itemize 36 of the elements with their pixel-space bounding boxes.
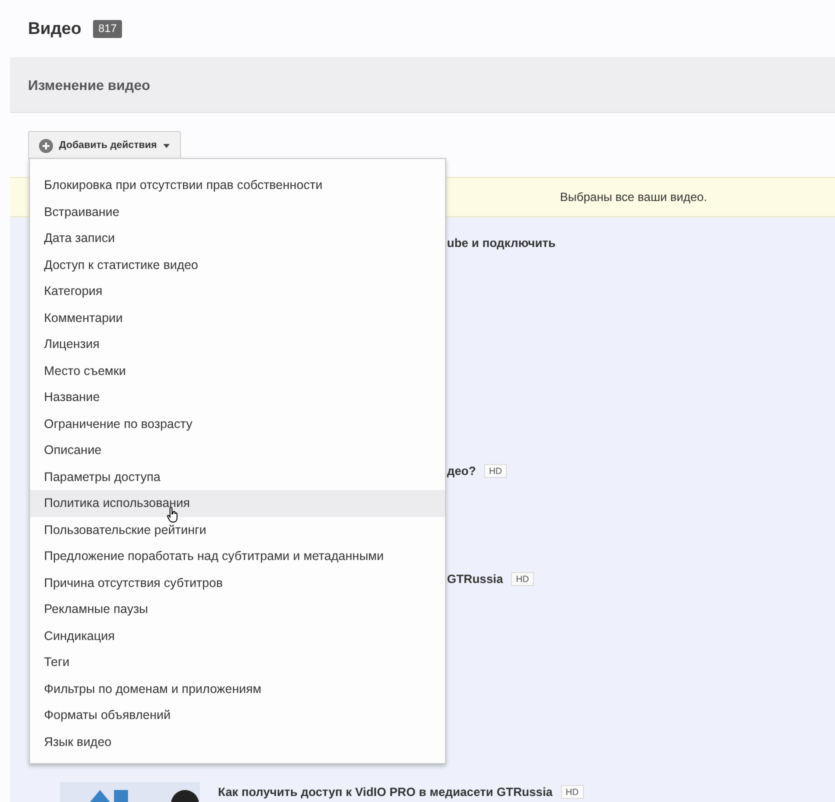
dropdown-item[interactable]: Место съемки [30,358,445,384]
dropdown-item[interactable]: Теги [30,649,445,676]
video-count-badge: 817 [93,20,122,38]
dropdown-item[interactable]: Доступ к статистике видео [30,252,445,278]
video-title[interactable]: GTRussia [447,572,504,586]
dropdown-item[interactable]: Комментарии [30,304,445,331]
dropdown-item[interactable]: Встраивание [30,198,445,225]
hd-badge: HD [560,785,584,799]
hd-badge: HD [484,464,507,478]
dropdown-item[interactable]: Синдикация [30,622,445,649]
add-actions-button[interactable]: Добавить действия [28,131,181,160]
dropdown-item[interactable]: Пользовательские рейтинги [30,516,445,543]
plus-circle-icon [39,138,53,152]
dropdown-item[interactable]: Язык видео [30,728,445,755]
video-title[interactable]: Как получить доступ к VidIO PRO в медиасети GTRussia [218,785,553,799]
dropdown-item[interactable]: Дата записи [30,225,445,252]
dropdown-item[interactable]: Параметры доступа [30,464,445,490]
dropdown-item[interactable]: Форматы объявлений [30,702,445,728]
hd-badge: HD [511,572,534,586]
notice-text: Выбраны все ваши видео. [560,190,708,204]
dropdown-item[interactable]: Предложение поработать над субтитрами и метаданными [30,543,445,570]
dropdown-item[interactable]: Название [30,384,445,410]
dropdown-item[interactable]: Причина отсутствия субтитров [30,570,445,596]
panel-title: Изменение видео [28,76,150,92]
dropdown-item[interactable]: Блокировка при отсутствии прав собственности [30,172,445,198]
dropdown-item[interactable]: Категория [30,278,445,304]
dropdown-item[interactable]: Фильтры по доменам и приложениям [30,676,445,702]
caret-icon [162,144,170,148]
dropdown-item[interactable]: Ограничение по возрасту [30,410,445,437]
hand-cursor-icon [167,507,179,523]
page-title: Видео [28,18,82,38]
video-title[interactable]: ube и подключить [447,236,556,250]
dropdown-item[interactable]: Рекламные паузы [30,596,445,622]
dropdown-item[interactable]: Лицензия [30,331,445,358]
dropdown-item[interactable]: Описание [30,437,445,464]
video-title[interactable]: део? [447,464,476,478]
